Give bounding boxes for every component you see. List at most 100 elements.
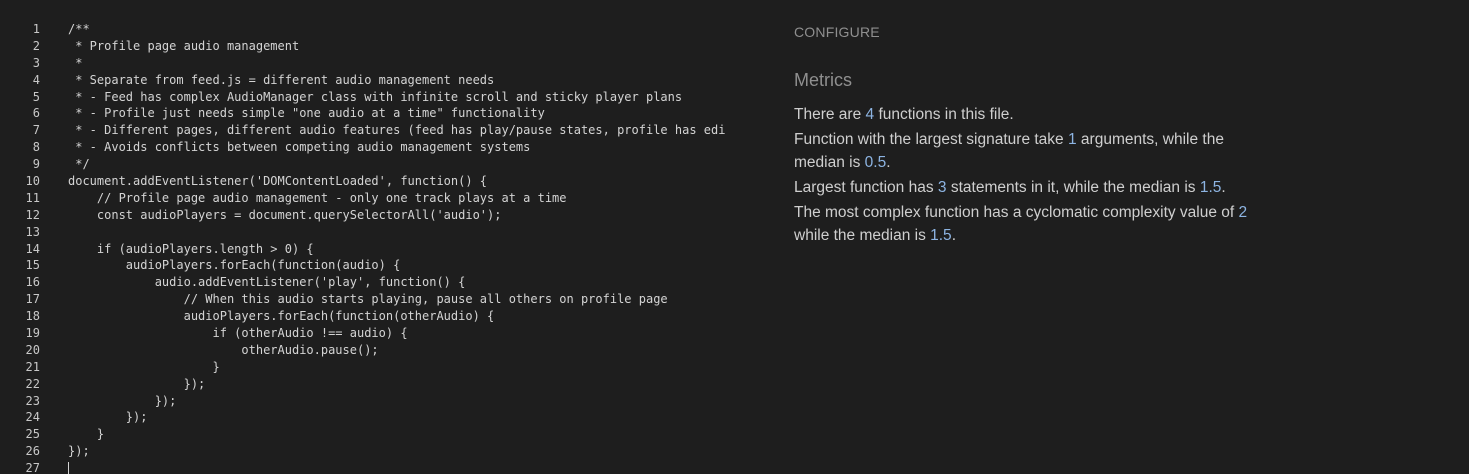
code-text[interactable]: * Separate from feed.js = different audi…: [68, 72, 494, 89]
code-text[interactable]: otherAudio.pause();: [68, 342, 378, 359]
metric-text: statements in it, while the median is: [946, 179, 1200, 196]
code-line[interactable]: 3 *: [0, 55, 775, 72]
code-line[interactable]: 9 */: [0, 156, 775, 173]
code-text[interactable]: * - Profile just needs simple "one audio…: [68, 105, 545, 122]
code-line[interactable]: 4 * Separate from feed.js = different au…: [0, 72, 775, 89]
line-number: 10: [25, 174, 40, 189]
line-number: 17: [25, 292, 40, 307]
metric-text: There are: [794, 106, 866, 123]
line-number: 9: [32, 157, 40, 172]
line-number: 4: [32, 72, 40, 87]
metric-complexity: The most complex function has a cyclomat…: [794, 201, 1254, 247]
line-number: 11: [25, 190, 40, 205]
line-number: 19: [25, 326, 40, 341]
code-line[interactable]: 23 });: [0, 393, 775, 410]
code-text[interactable]: });: [68, 409, 148, 426]
line-number: 20: [25, 342, 40, 357]
code-line[interactable]: 2 * Profile page audio management: [0, 38, 775, 55]
code-text[interactable]: document.addEventListener('DOMContentLoa…: [68, 173, 487, 190]
code-text[interactable]: audioPlayers.forEach(function(otherAudio…: [68, 308, 495, 325]
line-number: 24: [25, 410, 40, 425]
code-line[interactable]: 26});: [0, 443, 775, 460]
code-line[interactable]: 18 audioPlayers.forEach(function(otherAu…: [0, 308, 775, 325]
metric-text: The most complex function has a cyclomat…: [794, 204, 1239, 221]
metric-text: .: [1221, 179, 1226, 196]
code-line[interactable]: 20 otherAudio.pause();: [0, 342, 775, 359]
line-number: 3: [32, 55, 40, 70]
code-text[interactable]: * - Avoids conflicts between competing a…: [68, 139, 530, 156]
code-text[interactable]: });: [68, 443, 90, 460]
metric-value: 1.5: [930, 227, 952, 244]
code-line[interactable]: 22 });: [0, 376, 775, 393]
code-text[interactable]: /**: [68, 21, 90, 38]
line-number: 14: [25, 241, 40, 256]
code-text[interactable]: audioPlayers.forEach(function(audio) {: [68, 257, 401, 274]
line-number: 23: [25, 393, 40, 408]
code-text[interactable]: // Profile page audio management - only …: [68, 190, 567, 207]
code-text[interactable]: }: [68, 359, 219, 376]
line-number: 22: [25, 376, 40, 391]
line-number: 27: [25, 461, 40, 474]
code-editor[interactable]: 1 /** 2 * Profile page audio management 3…: [0, 21, 775, 474]
code-line[interactable]: 10 document.addEventListener('DOMContentL…: [0, 173, 775, 190]
code-line[interactable]: 8 * - Avoids conflicts between competing…: [0, 139, 775, 156]
line-number: 8: [32, 140, 40, 155]
code-line[interactable]: 14 if (audioPlayers.length > 0) {: [0, 241, 775, 258]
metric-value: 0.5: [864, 154, 887, 171]
code-line[interactable]: 15 audioPlayers.forEach(function(audio) …: [0, 257, 775, 274]
line-number: 5: [32, 89, 40, 104]
code-line[interactable]: 7 * - Different pages, different audio f…: [0, 122, 775, 139]
metrics-title: Metrics: [794, 70, 852, 90]
code-text[interactable]: *: [68, 55, 82, 72]
line-number: 6: [32, 106, 40, 121]
code-text[interactable]: audio.addEventListener('play', function(…: [68, 274, 466, 291]
code-text[interactable]: * - Different pages, different audio fea…: [68, 122, 725, 139]
line-number: 26: [25, 444, 40, 459]
code-text[interactable]: }: [68, 426, 104, 443]
code-text[interactable]: * Profile page audio management: [68, 38, 299, 55]
code-line[interactable]: 12 const audioPlayers = document.querySe…: [0, 207, 775, 224]
code-line[interactable]: 19 if (otherAudio !== audio) {: [0, 325, 775, 342]
metric-text: functions in this file.: [874, 106, 1014, 123]
metric-text: while the median is: [794, 227, 931, 244]
code-text[interactable]: if (otherAudio !== audio) {: [68, 325, 407, 342]
configure-link[interactable]: CONFIGURE: [794, 24, 1254, 40]
code-line[interactable]: 11 // Profile page audio management - on…: [0, 190, 775, 207]
code-line[interactable]: 6 * - Profile just needs simple "one aud…: [0, 105, 775, 122]
metric-value: 1: [1067, 131, 1077, 148]
metric-text: Function with the largest signature take: [794, 131, 1068, 148]
code-line[interactable]: 5 * - Feed has complex AudioManager clas…: [0, 89, 775, 106]
code-line[interactable]: 25 }: [0, 426, 775, 443]
code-line[interactable]: 17 // When this audio starts playing, pa…: [0, 291, 775, 308]
metric-statements: Largest function has 3 statements in it,…: [794, 176, 1254, 199]
metric-signature: Function with the largest signature take…: [794, 128, 1254, 174]
code-line[interactable]: 16 audio.addEventListener('play', functi…: [0, 274, 775, 291]
metrics-panel: CONFIGURE Metrics There are 4 functions …: [794, 24, 1254, 249]
metric-value: 2: [1238, 204, 1248, 221]
code-line[interactable]: 13: [0, 224, 775, 241]
code-line[interactable]: 1 /**: [0, 21, 775, 38]
line-number: 21: [25, 359, 40, 374]
code-text[interactable]: // When this audio starts playing, pause…: [68, 291, 668, 308]
code-line[interactable]: 27: [0, 460, 775, 474]
metric-value: 1.5: [1199, 179, 1222, 196]
metric-text: .: [951, 227, 956, 244]
line-number: 16: [25, 275, 40, 290]
line-number: 18: [25, 309, 40, 324]
code-text[interactable]: if (audioPlayers.length > 0) {: [68, 241, 314, 258]
line-number: 7: [32, 123, 40, 138]
line-number: 2: [32, 38, 40, 53]
code-text[interactable]: */: [68, 156, 89, 173]
metric-functions-count: There are 4 functions in this file.: [794, 103, 1254, 126]
line-number: 15: [25, 258, 40, 273]
code-text[interactable]: });: [68, 376, 206, 393]
code-text[interactable]: * - Feed has complex AudioManager class …: [68, 89, 682, 106]
metric-value: 4: [865, 106, 875, 123]
line-number: 25: [25, 427, 40, 442]
metric-value: 3: [937, 179, 947, 196]
code-line[interactable]: 24 });: [0, 409, 775, 426]
code-text[interactable]: const audioPlayers = document.querySelec…: [68, 207, 502, 224]
code-text[interactable]: });: [68, 393, 177, 410]
code-line[interactable]: 21 }: [0, 359, 775, 376]
line-number: 13: [25, 224, 40, 239]
